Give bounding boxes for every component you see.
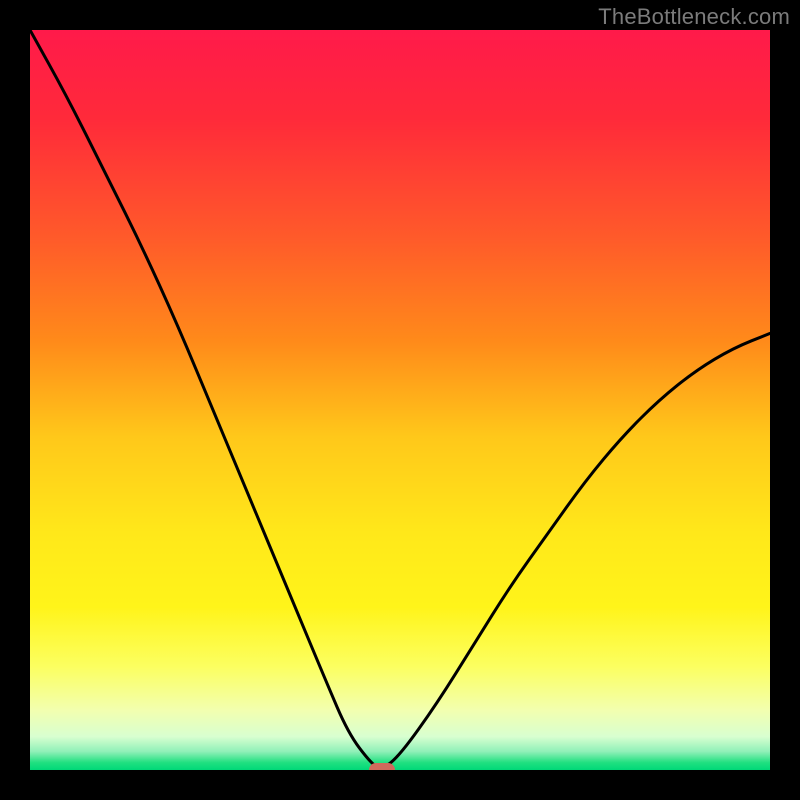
plot-area [30,30,770,770]
curve-layer [30,30,770,770]
optimal-marker [369,763,395,770]
bottleneck-curve [30,30,770,768]
chart-frame: TheBottleneck.com [0,0,800,800]
watermark-label: TheBottleneck.com [598,4,790,30]
